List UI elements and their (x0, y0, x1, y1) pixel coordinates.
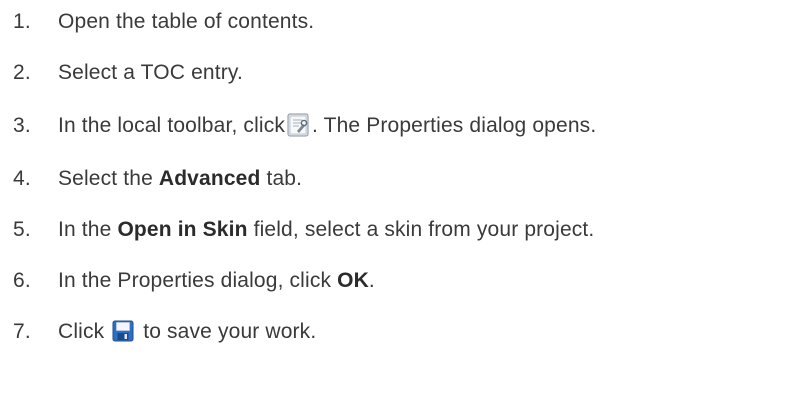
step-7: 7. Click to save your work. (0, 316, 316, 348)
step-number: 2. (13, 61, 31, 84)
step-number: 1. (13, 10, 31, 33)
step-text-before: In the (58, 218, 118, 241)
step-text-after: field, select a skin from your project. (247, 218, 595, 241)
ui-term-open-in-skin: Open in Skin (117, 218, 248, 241)
step-6: 6. In the Properties dialog, click OK. (0, 265, 375, 297)
step-1: 1. Open the table of contents. (0, 6, 314, 38)
step-2: 2. Select a TOC entry. (0, 57, 243, 89)
step-number: 7. (13, 320, 31, 343)
properties-icon (287, 113, 309, 137)
step-number: 3. (13, 114, 31, 137)
step-text: Select a TOC entry. (58, 61, 243, 84)
step-text-before: Click (58, 320, 111, 343)
step-text-after: . (368, 269, 375, 292)
step-number: 6. (13, 269, 31, 292)
step-text-after: tab. (260, 167, 303, 190)
step-text: Open the table of contents. (58, 10, 315, 33)
step-text-before: Select the (58, 167, 159, 190)
step-text-after: to save your work. (137, 320, 317, 343)
step-number: 5. (13, 218, 31, 241)
step-3: 3. In the local toolbar, click . The Pro… (0, 110, 596, 142)
step-text-before: In the local toolbar, click (58, 114, 286, 137)
save-icon (112, 319, 134, 343)
ui-term-ok: OK (337, 269, 369, 292)
step-text-before: In the Properties dialog, click (58, 269, 338, 292)
step-number: 4. (13, 167, 31, 190)
ui-term-advanced: Advanced (158, 167, 261, 190)
step-5: 5. In the Open in Skin field, select a s… (0, 214, 594, 246)
step-text-after: . The Properties dialog opens. (312, 114, 597, 137)
step-4: 4. Select the Advanced tab. (0, 163, 302, 195)
